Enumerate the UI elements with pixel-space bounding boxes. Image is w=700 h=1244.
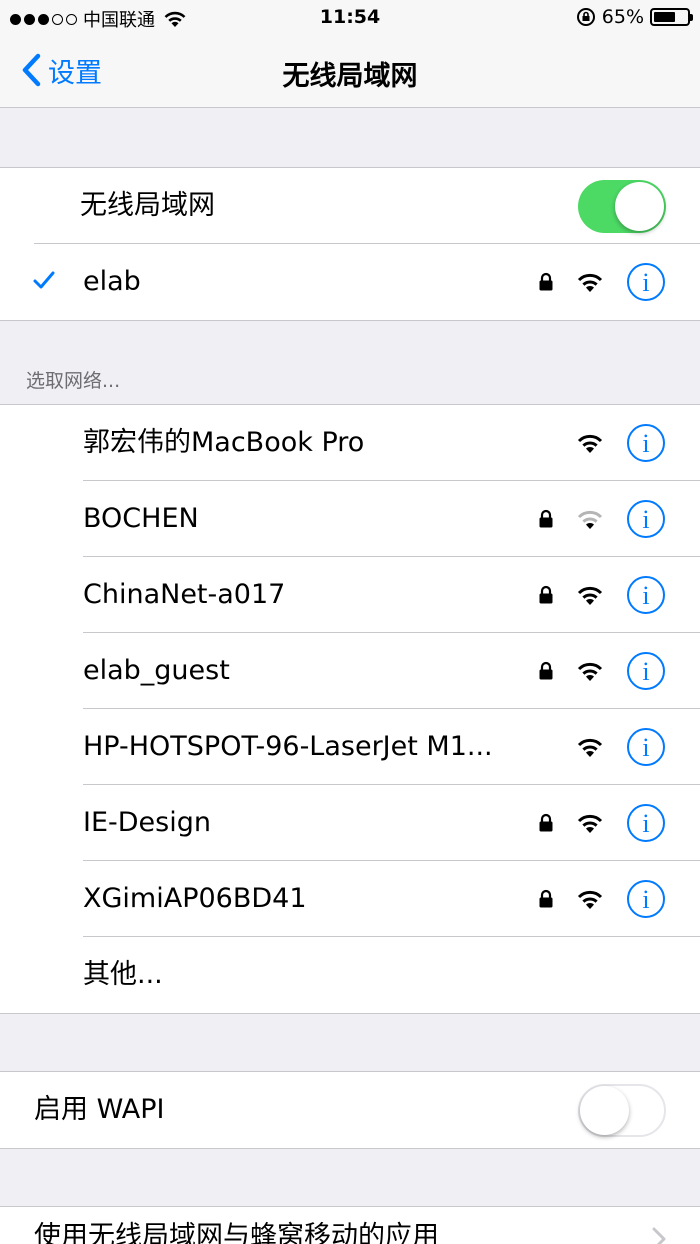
svg-text:i: i	[642, 657, 649, 686]
status-bar: 中国联通 11:54 65%	[0, 0, 700, 36]
network-name: IE-Design	[83, 807, 211, 838]
network-name: HP-HOTSPOT-96-LaserJet M1...	[83, 731, 493, 762]
cellular-apps-group: 使用无线局域网与蜂窝移动的应用	[0, 1206, 700, 1244]
info-icon[interactable]: i	[626, 262, 666, 302]
toggle-knob	[580, 1086, 629, 1135]
cellular-apps-label: 使用无线局域网与蜂窝移动的应用	[34, 1221, 439, 1244]
svg-text:i: i	[642, 505, 649, 534]
battery-fill	[654, 12, 675, 22]
toggle-knob	[615, 182, 664, 231]
wifi-toggle-row: 无线局域网	[0, 168, 700, 244]
battery-icon	[650, 8, 693, 26]
network-icons: i	[538, 557, 666, 633]
lock-icon	[539, 813, 553, 832]
checkmark-icon	[33, 271, 55, 289]
choose-network-header: 选取网络...	[26, 370, 121, 392]
svg-text:i: i	[642, 809, 649, 838]
svg-text:i: i	[642, 581, 649, 610]
rotation-lock-icon	[576, 8, 595, 26]
other-network-label: 其他...	[83, 959, 163, 990]
network-name: elab_guest	[83, 655, 230, 686]
cellular-apps-row[interactable]: 使用无线局域网与蜂窝移动的应用	[0, 1207, 700, 1244]
info-icon[interactable]: i	[626, 575, 666, 615]
network-icons: i	[538, 861, 666, 937]
info-icon[interactable]: i	[626, 879, 666, 919]
navigation-bar: 设置 无线局域网	[0, 36, 700, 108]
network-row[interactable]: HP-HOTSPOT-96-LaserJet M1... i	[0, 709, 700, 785]
wifi-group: 无线局域网 elab i	[0, 167, 700, 321]
connected-network-icons: i	[538, 244, 666, 320]
wifi-toggle-switch[interactable]	[578, 180, 666, 233]
lock-icon	[539, 509, 553, 528]
lock-icon	[539, 272, 553, 291]
network-row[interactable]: ChinaNet-a017 i	[0, 557, 700, 633]
network-icons: i	[538, 785, 666, 861]
info-icon[interactable]: i	[626, 499, 666, 539]
network-name: 郭宏伟的MacBook Pro	[83, 427, 365, 458]
wifi-signal-icon	[577, 434, 603, 453]
network-icons: i	[576, 709, 666, 785]
info-icon[interactable]: i	[626, 803, 666, 843]
battery-percent: 65%	[601, 6, 644, 28]
network-row[interactable]: BOCHEN i	[0, 481, 700, 557]
connected-network-row[interactable]: elab i	[0, 244, 700, 320]
svg-text:i: i	[642, 268, 649, 297]
chevron-right-icon	[652, 1227, 666, 1244]
svg-text:i: i	[642, 733, 649, 762]
network-icons: i	[538, 633, 666, 709]
lock-icon	[539, 661, 553, 680]
wifi-signal-icon	[577, 814, 603, 833]
info-icon[interactable]: i	[626, 727, 666, 767]
info-icon[interactable]: i	[626, 651, 666, 691]
wifi-signal-icon	[577, 510, 603, 529]
svg-text:i: i	[642, 885, 649, 914]
network-rows: 郭宏伟的MacBook Pro i BOCHEN i ChinaNet-a017 i ela…	[0, 405, 700, 937]
info-icon[interactable]: i	[626, 423, 666, 463]
network-name: ChinaNet-a017	[83, 579, 286, 610]
wifi-signal-icon	[577, 662, 603, 681]
wifi-signal-icon	[577, 586, 603, 605]
wifi-signal-icon	[577, 738, 603, 757]
network-icons: i	[538, 481, 666, 557]
wapi-row: 启用 WAPI	[0, 1072, 700, 1148]
network-list: 郭宏伟的MacBook Pro i BOCHEN i ChinaNet-a017 i ela…	[0, 404, 700, 1014]
network-icons: i	[576, 405, 666, 481]
wapi-label: 启用 WAPI	[34, 1094, 165, 1125]
wifi-toggle-label: 无线局域网	[80, 190, 215, 221]
network-row[interactable]: elab_guest i	[0, 633, 700, 709]
wifi-signal-icon	[577, 273, 603, 292]
lock-icon	[539, 585, 553, 604]
network-name: BOCHEN	[83, 503, 199, 534]
network-row[interactable]: XGimiAP06BD41 i	[0, 861, 700, 937]
wapi-group: 启用 WAPI	[0, 1071, 700, 1149]
network-row[interactable]: IE-Design i	[0, 785, 700, 861]
status-right: 65%	[576, 6, 693, 28]
network-name: XGimiAP06BD41	[83, 883, 307, 914]
connected-network-name: elab	[83, 266, 141, 297]
lock-icon	[539, 889, 553, 908]
network-row[interactable]: 郭宏伟的MacBook Pro i	[0, 405, 700, 481]
wapi-toggle-switch[interactable]	[578, 1084, 666, 1137]
wifi-signal-icon	[577, 890, 603, 909]
svg-text:i: i	[642, 429, 649, 458]
other-network-row[interactable]: 其他...	[0, 937, 700, 1013]
page-title: 无线局域网	[282, 61, 418, 92]
